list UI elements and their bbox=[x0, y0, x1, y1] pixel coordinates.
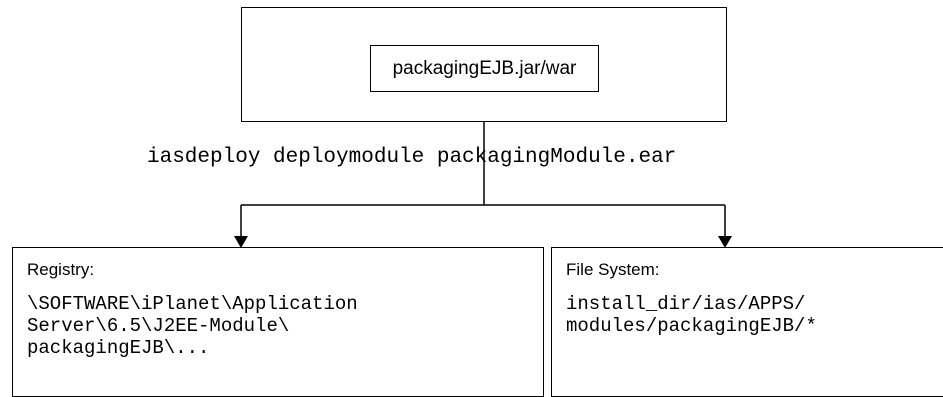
archive-label-box: packagingEJB.jar/war bbox=[370, 45, 599, 92]
registry-path: \SOFTWARE\iPlanet\Application Server\6.5\… bbox=[27, 293, 358, 359]
registry-box: Registry: \SOFTWARE\iPlanet\Application S… bbox=[12, 247, 544, 397]
file-system-title: File System: bbox=[566, 260, 660, 279]
registry-path-line: \SOFTWARE\iPlanet\Application bbox=[27, 293, 358, 315]
registry-path-line: Server\6.5\J2EE-Module\ bbox=[27, 315, 290, 337]
file-system-box: File System: install_dir/ias/APPS/module… bbox=[551, 247, 943, 397]
registry-title: Registry: bbox=[27, 260, 95, 279]
file-system-path-line: install_dir/ias/APPS/ bbox=[566, 293, 806, 315]
archive-label: packagingEJB.jar/war bbox=[392, 57, 577, 79]
file-system-path: install_dir/ias/APPS/modules/packagingEJ… bbox=[566, 293, 817, 337]
file-system-path-line: modules/packagingEJB/* bbox=[566, 315, 817, 337]
deploy-command: iasdeploy deploymodule packagingModule.e… bbox=[147, 146, 677, 169]
registry-path-line: packagingEJB\... bbox=[27, 337, 210, 359]
